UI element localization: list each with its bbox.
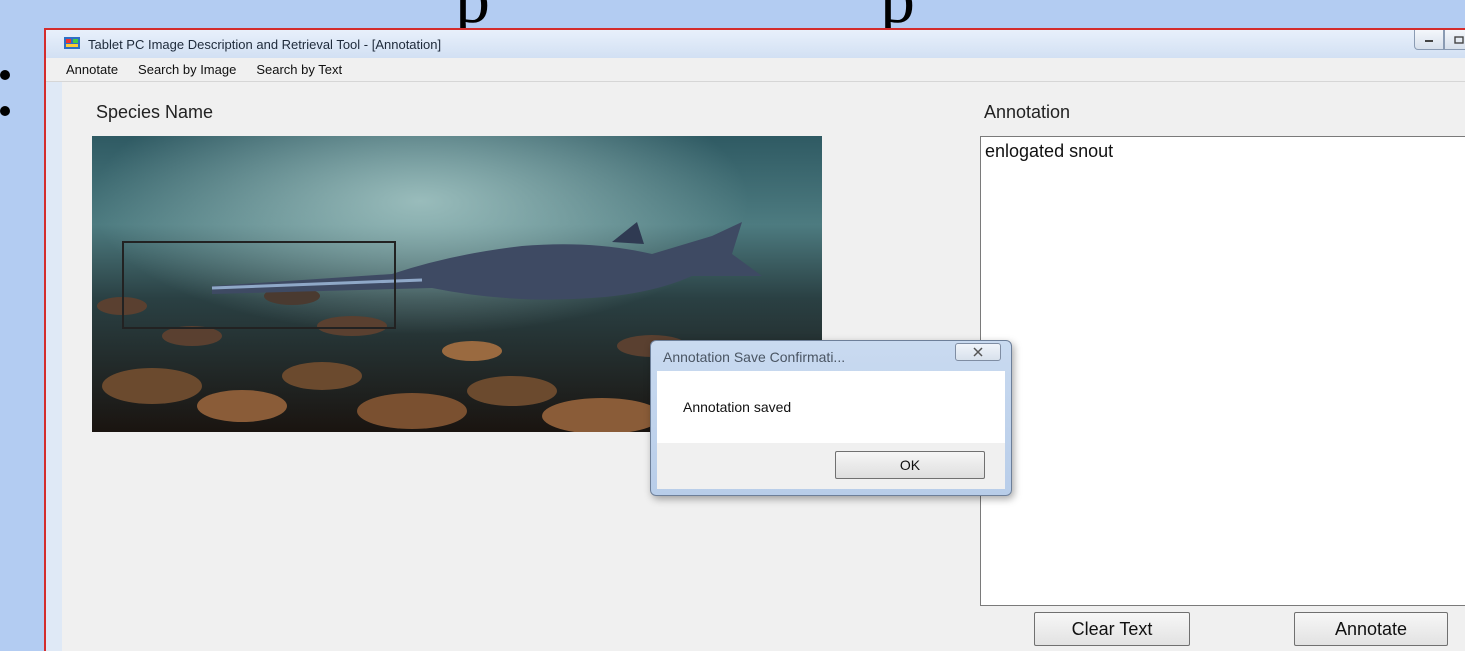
- menu-annotate[interactable]: Annotate: [66, 62, 118, 77]
- save-confirmation-dialog: Annotation Save Confirmati... Annotation…: [650, 340, 1012, 496]
- menu-search-by-image[interactable]: Search by Image: [138, 62, 236, 77]
- menu-bar: Annotate Search by Image Search by Text: [46, 58, 1465, 82]
- dialog-footer: OK: [657, 443, 1005, 489]
- annotation-textbox[interactable]: enlogated snout: [980, 136, 1465, 606]
- slide-bullet: [0, 106, 10, 116]
- annotate-button[interactable]: Annotate: [1294, 612, 1448, 646]
- window-title: Tablet PC Image Description and Retrieva…: [88, 36, 442, 52]
- dialog-message: Annotation saved: [683, 399, 792, 415]
- dialog-body: Annotation saved: [657, 371, 1005, 443]
- annotation-label: Annotation: [984, 102, 1071, 122]
- close-icon[interactable]: [955, 343, 1001, 361]
- menu-search-by-text[interactable]: Search by Text: [256, 62, 342, 77]
- maximize-icon[interactable]: [1444, 30, 1465, 50]
- app-icon: [64, 37, 80, 51]
- slide-bullet: [0, 70, 10, 80]
- dialog-title: Annotation Save Confirmati...: [663, 349, 846, 365]
- title-bar[interactable]: Tablet PC Image Description and Retrieva…: [46, 30, 1465, 58]
- app-window: Tablet PC Image Description and Retrieva…: [44, 28, 1465, 651]
- species-name-label: Species Name: [96, 102, 214, 122]
- clear-text-button[interactable]: Clear Text: [1034, 612, 1190, 646]
- minimize-icon[interactable]: [1414, 30, 1444, 50]
- ok-button[interactable]: OK: [835, 451, 985, 479]
